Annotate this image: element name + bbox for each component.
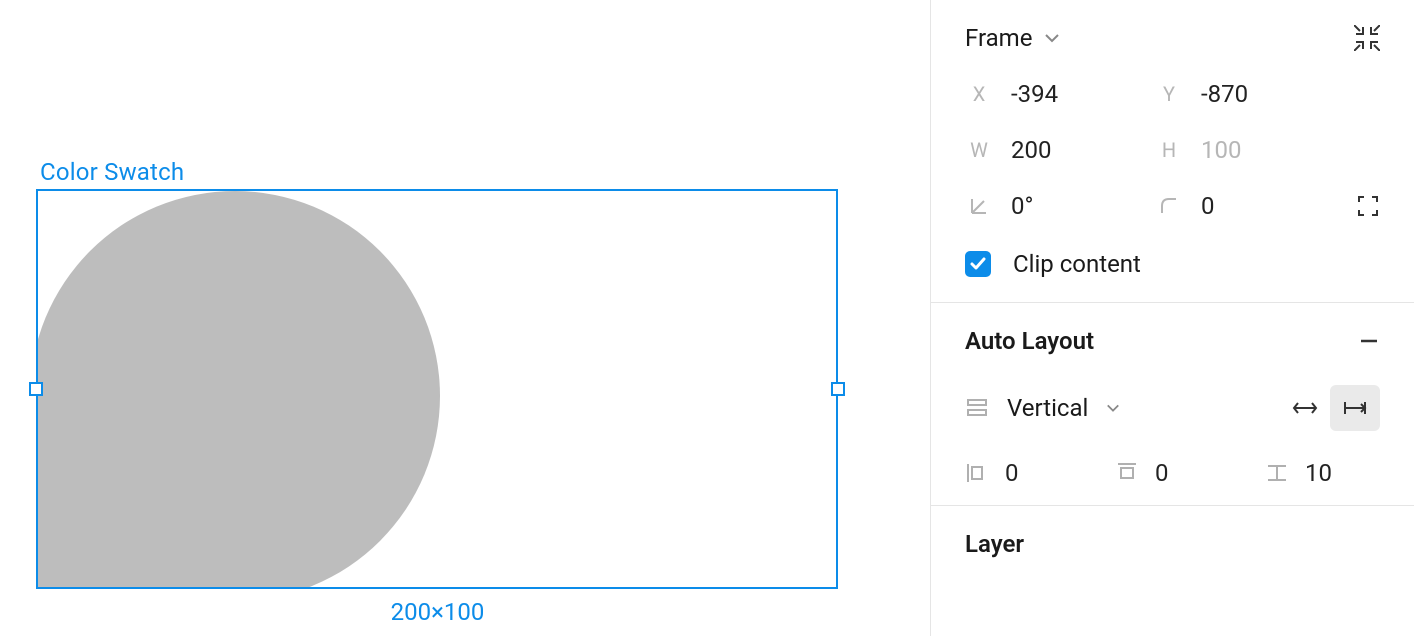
padding-vertical-icon xyxy=(1115,461,1139,485)
resize-handle-right[interactable] xyxy=(831,382,845,396)
selection-frame[interactable] xyxy=(36,189,838,589)
corner-radius-value: 0 xyxy=(1201,192,1215,220)
chevron-down-icon[interactable] xyxy=(1044,30,1060,46)
padding-vertical-field[interactable]: 0 xyxy=(1115,459,1265,487)
x-label: X xyxy=(965,82,993,106)
properties-panel: Frame X -394 xyxy=(930,0,1414,636)
padding-horizontal-field[interactable]: 0 xyxy=(965,459,1115,487)
layer-title: Layer xyxy=(965,530,1024,558)
hug-mode-button[interactable] xyxy=(1280,385,1330,431)
independent-corners-icon[interactable] xyxy=(1356,194,1380,218)
h-label: H xyxy=(1155,138,1183,162)
rotation-value: 0° xyxy=(1011,192,1033,220)
w-value: 200 xyxy=(1011,136,1051,164)
fixed-mode-button[interactable] xyxy=(1330,385,1380,431)
item-spacing-field[interactable]: 10 xyxy=(1265,459,1332,487)
chevron-down-icon[interactable] xyxy=(1106,401,1120,415)
width-field[interactable]: W 200 xyxy=(965,136,1155,164)
auto-layout-section: Auto Layout Vertical xyxy=(931,303,1414,506)
y-label: Y xyxy=(1155,82,1183,106)
padding-horizontal-icon xyxy=(965,461,989,485)
remove-auto-layout-icon[interactable] xyxy=(1358,330,1380,352)
padding-horizontal-value: 0 xyxy=(1005,459,1019,487)
frame-section: Frame X -394 xyxy=(931,0,1414,303)
y-field[interactable]: Y -870 xyxy=(1155,80,1345,108)
selection-label[interactable]: Color Swatch xyxy=(40,158,184,186)
padding-vertical-value: 0 xyxy=(1155,459,1169,487)
clip-content-checkbox[interactable] xyxy=(965,251,991,277)
direction-value[interactable]: Vertical xyxy=(1007,394,1088,422)
h-value: 100 xyxy=(1201,136,1241,164)
resize-handle-left[interactable] xyxy=(29,382,43,396)
clip-content-label: Clip content xyxy=(1013,250,1141,278)
height-field[interactable]: H 100 xyxy=(1155,136,1345,164)
auto-layout-title: Auto Layout xyxy=(965,327,1094,355)
direction-icon[interactable] xyxy=(965,396,989,420)
y-value: -870 xyxy=(1201,80,1248,108)
w-label: W xyxy=(965,138,993,162)
corner-radius-icon xyxy=(1155,196,1183,216)
color-swatch-shape[interactable] xyxy=(36,191,440,589)
angle-icon xyxy=(965,196,993,216)
rotation-field[interactable]: 0° xyxy=(965,192,1155,220)
canvas[interactable]: Color Swatch 200×100 xyxy=(0,0,930,636)
frame-section-title[interactable]: Frame xyxy=(965,24,1032,52)
x-field[interactable]: X -394 xyxy=(965,80,1155,108)
layer-section: Layer xyxy=(931,506,1414,558)
item-spacing-icon xyxy=(1265,461,1289,485)
x-value: -394 xyxy=(1011,80,1058,108)
selection-dimensions: 200×100 xyxy=(0,598,875,626)
collapse-panel-icon[interactable] xyxy=(1354,25,1380,51)
corner-radius-field[interactable]: 0 xyxy=(1155,192,1345,220)
item-spacing-value: 10 xyxy=(1305,459,1332,487)
